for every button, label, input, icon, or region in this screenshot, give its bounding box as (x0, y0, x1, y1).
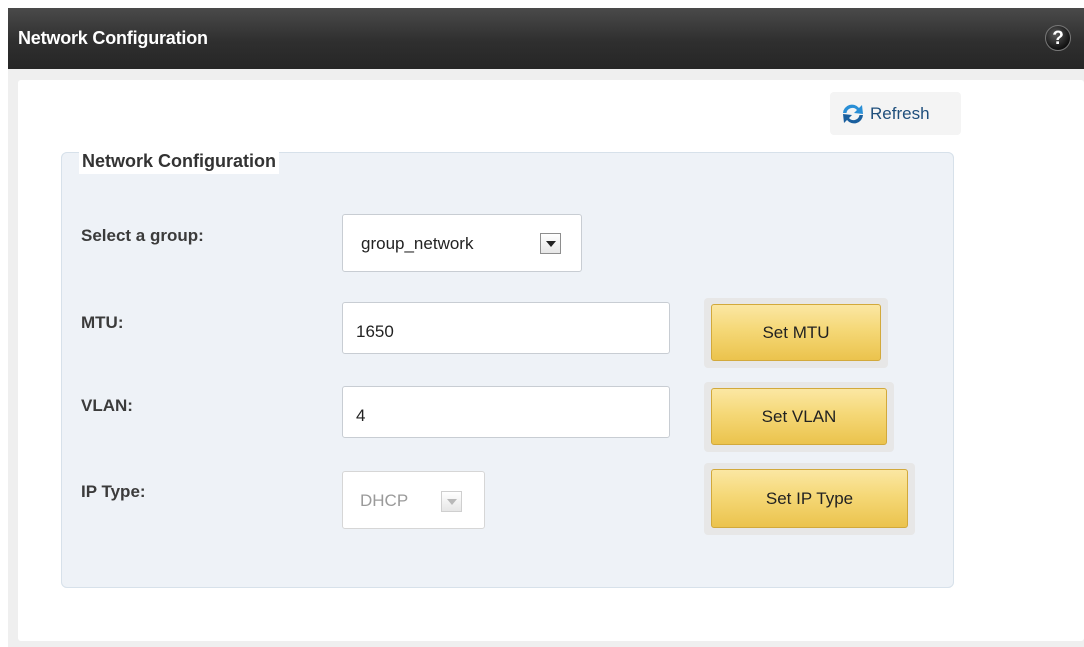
set-mtu-button[interactable]: Set MTU (711, 304, 881, 361)
main-panel: Refresh Network Configuration Select a g… (8, 69, 1084, 647)
chevron-down-icon[interactable] (441, 491, 462, 512)
set-vlan-button[interactable]: Set VLAN (711, 388, 887, 445)
group-select[interactable]: group_network (342, 214, 582, 272)
fieldset-legend: Network Configuration (79, 151, 279, 174)
refresh-icon (843, 104, 863, 124)
set-vlan-button-frame: Set VLAN (704, 382, 894, 452)
title-bar: Network Configuration ? (8, 8, 1084, 69)
ip-type-label: IP Type: (81, 482, 146, 501)
ip-type-select-value: DHCP (360, 491, 409, 510)
group-select-value: group_network (361, 234, 474, 253)
mtu-input[interactable] (342, 302, 670, 354)
vlan-input[interactable] (342, 386, 670, 438)
refresh-button[interactable]: Refresh (830, 92, 961, 135)
chevron-down-icon[interactable] (540, 233, 561, 254)
set-ip-type-button[interactable]: Set IP Type (711, 469, 908, 528)
content-area: Refresh Network Configuration Select a g… (18, 80, 1084, 641)
vlan-label: VLAN: (81, 396, 133, 415)
mtu-label: MTU: (81, 313, 124, 332)
set-mtu-button-frame: Set MTU (704, 298, 888, 368)
set-ip-type-button-frame: Set IP Type (704, 463, 915, 535)
page-title: Network Configuration (18, 28, 208, 48)
group-label: Select a group: (81, 226, 204, 245)
refresh-label: Refresh (870, 104, 930, 123)
ip-type-select[interactable]: DHCP (342, 471, 485, 529)
help-icon[interactable]: ? (1045, 25, 1071, 51)
